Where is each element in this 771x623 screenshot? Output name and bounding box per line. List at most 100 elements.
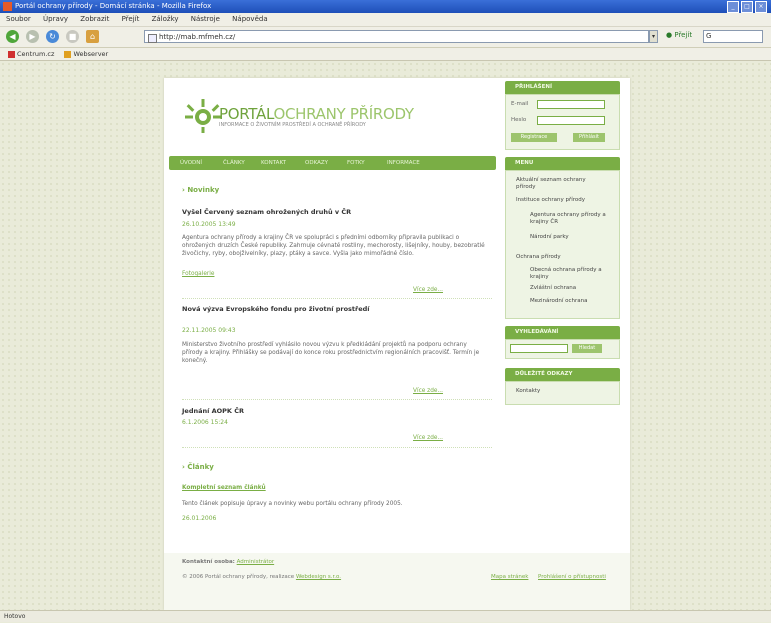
stop-icon[interactable]: ■ [66, 30, 79, 43]
menu-subitem[interactable]: Zvláštní ochrana [530, 285, 606, 292]
search-engine-icon: G [706, 32, 712, 40]
search-box-header: VYHLEDÁVÁNÍ [505, 326, 620, 339]
close-button[interactable]: × [755, 1, 767, 13]
folder-icon [64, 50, 72, 58]
site-tagline: INFORMACE O ŽIVOTNÍM PROSTŘEDÍ A OCHRANĚ… [219, 122, 366, 128]
firefox-icon [3, 2, 12, 11]
bookmark-item[interactable]: Centrum.cz [8, 48, 54, 60]
footer-copyright-link[interactable]: Webdesign s.r.o. [296, 574, 341, 580]
nav-item-articles[interactable]: ČLÁNKY [223, 156, 245, 170]
menu-subitem[interactable]: Agentura ochrany přírody a krajiny ČR [530, 212, 606, 226]
footer-contact-link[interactable]: Administrátor [237, 559, 275, 565]
window-title: Portál ochrany přírody - Domácí stránka … [15, 2, 212, 10]
site-search-input[interactable] [510, 344, 568, 353]
reload-icon[interactable]: ↻ [46, 30, 59, 43]
divider [182, 447, 492, 449]
divider [182, 298, 492, 300]
window-controls: _ □ × [727, 1, 767, 13]
menu-tools[interactable]: Nástroje [191, 15, 220, 23]
menu-edit[interactable]: Úpravy [43, 15, 68, 23]
news-text: Ministerstvo životního prostředí vyhlási… [182, 342, 480, 364]
news-date: 22.11.2005 09:43 [182, 327, 236, 334]
nav-item-info[interactable]: INFORMACE [387, 156, 420, 170]
sitemap-link[interactable]: Mapa stránek [491, 574, 528, 580]
window-titlebar: Portál ochrany přírody - Domácí stránka … [0, 0, 771, 13]
news-title[interactable]: Vyšel Červený seznam ohrožených druhů v … [182, 208, 482, 216]
nav-item-home[interactable]: ÚVODNÍ [180, 156, 202, 170]
news-date: 6.1.2006 15:24 [182, 419, 228, 426]
address-bar[interactable]: http://mab.mfmeh.cz/ [144, 30, 649, 43]
page-icon [148, 34, 157, 43]
menu-box [505, 170, 620, 319]
forward-icon[interactable]: ▶ [26, 30, 39, 43]
email-field[interactable] [537, 100, 605, 109]
site-navigation: ÚVODNÍ ČLÁNKY KONTAKT ODKAZY FOTKY INFOR… [169, 156, 496, 170]
read-more-link[interactable]: Více zde... [413, 287, 443, 293]
nav-item-photos[interactable]: FOTKY [347, 156, 365, 170]
footer-copyright: © 2006 Portál ochrany přírody, realizace… [182, 574, 341, 580]
menu-box-header: MENU [505, 157, 620, 170]
news-heading-label: Novinky [187, 186, 220, 194]
menu-subitem[interactable]: Obecná ochrana přírody a krajiny [530, 267, 606, 281]
logo-part1: PORTÁL [219, 105, 274, 123]
bookmark-icon [8, 50, 15, 58]
footer-copyright-text: © 2006 Portál ochrany přírody, realizace [182, 574, 295, 580]
footer-contact-label: Kontaktní osoba: [182, 559, 235, 565]
nav-item-contact[interactable]: KONTAKT [261, 156, 286, 170]
divider [182, 399, 492, 401]
logo-icon [185, 99, 221, 133]
menu-subitem[interactable]: Mezinárodní ochrana [530, 298, 606, 305]
search-button[interactable]: Hledat [572, 344, 602, 353]
address-url: http://mab.mfmeh.cz/ [159, 33, 236, 41]
menu-item[interactable]: Aktuální seznam ochrany přírody [516, 177, 606, 191]
bookmark-label: Centrum.cz [17, 50, 55, 58]
register-button[interactable]: Registrace [511, 133, 557, 142]
articles-heading: › Články [182, 463, 214, 471]
menu-item[interactable]: Instituce ochrany přírody [516, 197, 606, 204]
article-text: Tento článek popisuje úpravy a novinky w… [182, 501, 403, 507]
menu-go[interactable]: Přejít [122, 15, 140, 23]
news-text: Agentura ochrany přírody a krajiny ČR ve… [182, 235, 485, 257]
login-button[interactable]: Přihlásit [573, 133, 605, 142]
password-field[interactable] [537, 116, 605, 125]
status-bar: Hotovo [0, 610, 771, 622]
go-button[interactable]: ● Přejít [666, 31, 692, 39]
home-icon[interactable]: ⌂ [86, 30, 99, 43]
news-title[interactable]: Jednání AOPK ČR [182, 407, 244, 415]
menu-help[interactable]: Nápověda [232, 15, 267, 23]
menu-item[interactable]: Ochrana přírody [516, 254, 606, 261]
articles-heading-label: Články [187, 463, 214, 471]
login-box-header: PŘIHLÁŠENÍ [505, 81, 620, 94]
menu-bookmarks[interactable]: Záložky [152, 15, 179, 23]
logo-part2: OCHRANY PŘÍRODY [273, 105, 414, 123]
minimize-button[interactable]: _ [727, 1, 739, 13]
read-more-link[interactable]: Více zde... [413, 388, 443, 394]
maximize-button[interactable]: □ [741, 1, 753, 13]
read-more-link[interactable]: Více zde... [413, 435, 443, 441]
nav-item-links[interactable]: ODKAZY [305, 156, 328, 170]
news-date: 26.10.2005 13:49 [182, 221, 236, 228]
email-label: E-mail [511, 101, 529, 107]
password-label: Heslo [511, 117, 527, 123]
chevron-down-icon[interactable]: ▾ [649, 30, 658, 43]
news-title[interactable]: Nová výzva Evropského fondu pro životní … [182, 305, 482, 313]
contacts-link[interactable]: Kontakty [516, 388, 540, 395]
search-input[interactable]: G [703, 30, 763, 43]
bookmark-label: Webserver [73, 50, 109, 58]
bookmarks-toolbar: Centrum.cz Webserver [0, 48, 771, 61]
accessibility-link[interactable]: Prohlášení o přístupnosti [538, 574, 606, 580]
menu-view[interactable]: Zobrazit [80, 15, 109, 23]
navigation-toolbar: ◀ ▶ ↻ ■ ⌂ http://mab.mfmeh.cz/ ▾ ● Přejí… [0, 27, 771, 48]
footer-contact: Kontaktní osoba: Administrátor [182, 559, 274, 565]
site-logo-text[interactable]: PORTÁLOCHRANY PŘÍRODY [219, 105, 414, 123]
back-icon[interactable]: ◀ [6, 30, 19, 43]
news-link[interactable]: Fotogalerie [182, 271, 214, 277]
links-box-header: DŮLEŽITÉ ODKAZY [505, 368, 620, 381]
article-date: 26.01.2006 [182, 515, 217, 522]
article-title[interactable]: Kompletní seznam článků [182, 485, 266, 491]
menu-bar: Soubor Úpravy Zobrazit Přejít Záložky Ná… [0, 13, 771, 27]
menu-subitem[interactable]: Národní parky [530, 234, 606, 241]
bookmark-item[interactable]: Webserver [64, 48, 108, 60]
menu-file[interactable]: Soubor [6, 15, 31, 23]
news-heading: › Novinky [182, 186, 220, 194]
